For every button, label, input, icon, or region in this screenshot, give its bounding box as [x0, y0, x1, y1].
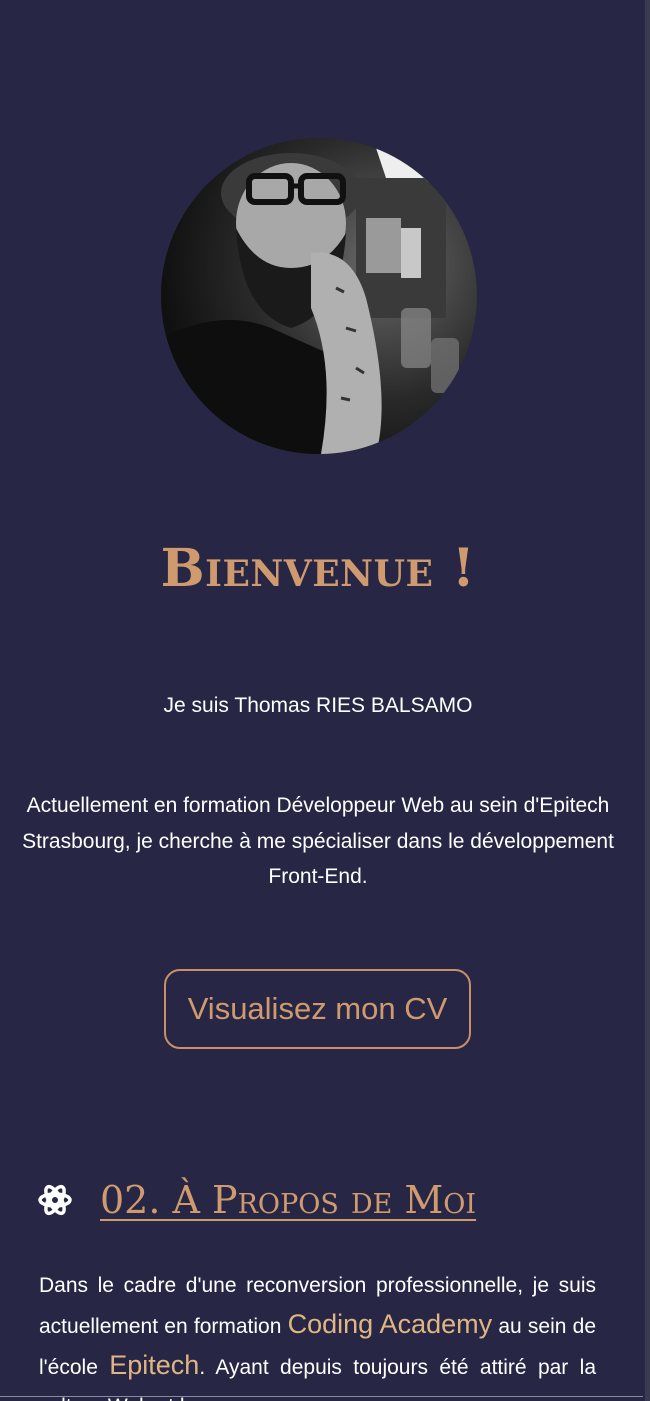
intro-paragraph: Actuellement en formation Développeur We… — [22, 794, 614, 888]
about-section-title[interactable]: 02. À Propos de Moi — [100, 1178, 476, 1222]
profile-avatar — [161, 138, 477, 454]
about-paragraph: Dans le cadre d'une reconversion profess… — [39, 1266, 596, 1401]
viewport-bottom-divider — [0, 1396, 643, 1397]
profile-photo — [161, 138, 477, 454]
welcome-heading: Bienvenue ! — [160, 538, 476, 599]
intro-name-line: Je suis Thomas RIES BALSAMO — [163, 694, 473, 717]
about-section-header: 02. À Propos de Moi — [36, 1172, 476, 1228]
view-cv-button[interactable]: Visualisez mon CV — [164, 969, 471, 1049]
atom-gear-icon — [36, 1181, 74, 1219]
coding-academy-highlight: Coding Academy — [287, 1309, 493, 1339]
epitech-highlight: Epitech — [109, 1350, 200, 1380]
page-scrollbar-edge — [645, 0, 650, 1401]
